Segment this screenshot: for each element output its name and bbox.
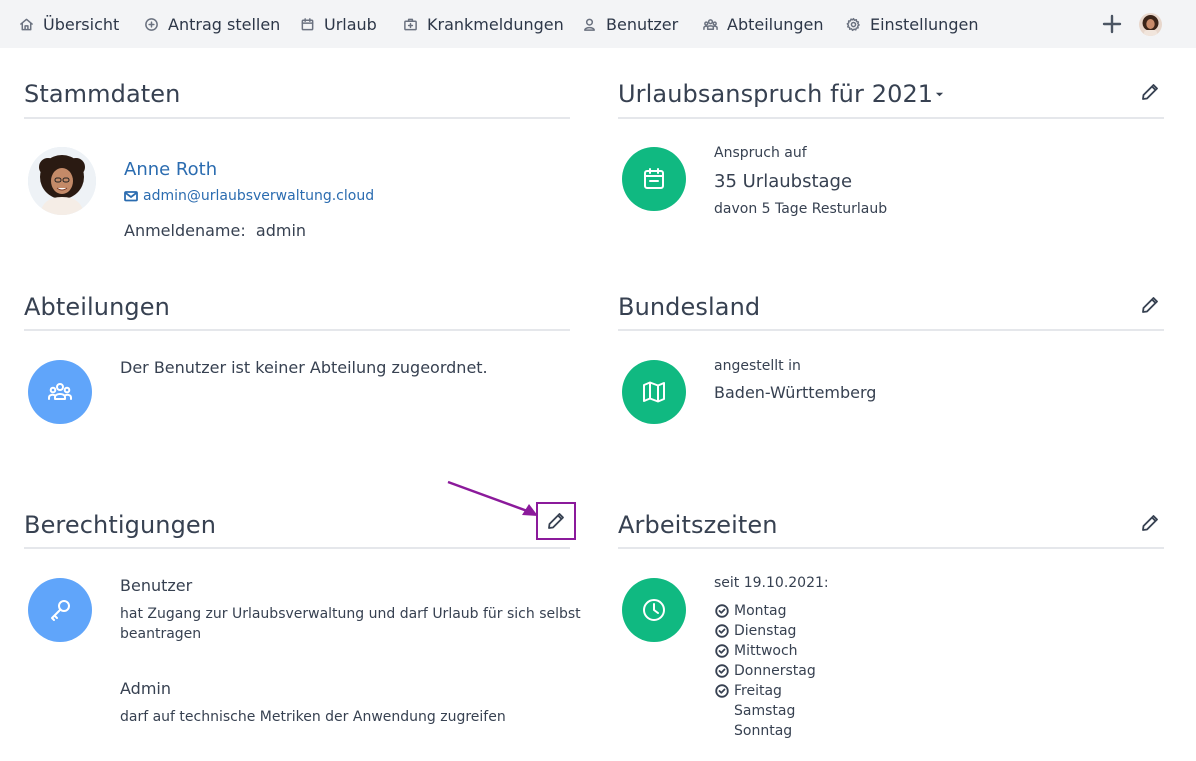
divider <box>24 547 570 549</box>
role-description: darf auf technische Metriken der Anwendu… <box>120 709 506 725</box>
divider <box>24 329 570 331</box>
workday-item: Montag <box>715 603 786 619</box>
edit-urlaubsanspruch-button[interactable] <box>1140 82 1160 102</box>
role-description: beantragen <box>120 626 202 642</box>
nav-item-einstellungen[interactable]: Einstellungen <box>846 0 978 48</box>
map-badge <box>622 360 686 424</box>
user-email-link[interactable]: admin@urlaubsverwaltung.cloud <box>124 188 374 204</box>
urlaubsanspruch-title-text: Urlaubsanspruch für <box>618 80 864 108</box>
check-circle-icon <box>715 664 729 678</box>
check-circle-icon <box>715 624 729 638</box>
pencil-icon <box>1142 84 1158 100</box>
nav-item-label: Antrag stellen <box>168 14 281 34</box>
calendar-icon <box>644 168 664 189</box>
calendar-icon <box>301 17 314 30</box>
plus-icon <box>1102 14 1122 34</box>
workday-item: Freitag <box>715 683 782 699</box>
user-name-link[interactable]: Anne Roth <box>124 159 217 180</box>
role-name: Benutzer <box>120 576 193 595</box>
email-text: admin@urlaubsverwaltung.cloud <box>143 188 375 204</box>
section-title-abteilungen: Abteilungen <box>24 293 170 321</box>
check-circle-icon <box>715 684 729 698</box>
nav-item-abteilungen[interactable]: Abteilungen <box>703 0 824 48</box>
day-label: Donnerstag <box>734 663 816 679</box>
day-label: Freitag <box>734 683 782 699</box>
plus-circle-icon <box>145 17 158 31</box>
year-value: 2021 <box>871 80 934 108</box>
day-label: Samstag <box>734 703 796 719</box>
nav-item-label: Übersicht <box>43 14 120 34</box>
section-title-urlaubsanspruch: Urlaubsanspruch für 2021 <box>618 80 944 108</box>
annotation-arrow <box>447 480 538 516</box>
nav-item-label: Benutzer <box>606 14 679 34</box>
login-value: admin <box>255 221 307 240</box>
role-description: hat Zugang zur Urlaubsverwaltung und dar… <box>120 606 581 622</box>
day-label: Sonntag <box>734 723 793 739</box>
resturlaub-text: davon 5 Tage Resturlaub <box>714 201 888 217</box>
workday-item: Dienstag <box>715 623 796 639</box>
clock-icon <box>643 599 665 621</box>
avatar <box>28 147 96 215</box>
pencil-icon <box>1142 515 1158 531</box>
divider <box>618 117 1164 119</box>
user-icon <box>584 18 595 31</box>
section-title-stammdaten: Stammdaten <box>24 80 181 108</box>
login-label: Anmeldename: <box>124 221 246 240</box>
workday-item: Mittwoch <box>715 643 798 659</box>
bundesland-label: angestellt in <box>714 358 801 374</box>
divider <box>618 329 1164 331</box>
day-label: Montag <box>734 603 787 619</box>
anspruch-label: Anspruch auf <box>714 145 807 161</box>
caret-down-icon <box>936 92 944 96</box>
group-icon <box>703 18 718 30</box>
section-title-berechtigungen: Berechtigungen <box>24 511 217 539</box>
anspruch-value: 35 Urlaubstage <box>714 171 853 192</box>
day-label: Dienstag <box>734 623 797 639</box>
edit-arbeitszeiten-button[interactable] <box>1140 513 1160 533</box>
check-circle-icon <box>715 604 729 618</box>
calendar-badge <box>622 147 686 211</box>
section-title-arbeitszeiten: Arbeitszeiten <box>618 511 778 539</box>
department-badge <box>28 360 92 424</box>
day-label: Mittwoch <box>734 643 798 659</box>
no-department-text: Der Benutzer ist keiner Abteilung zugeor… <box>120 358 488 377</box>
offday-item: Samstag <box>715 703 795 719</box>
envelope-icon <box>124 191 138 202</box>
gear-icon <box>846 17 860 31</box>
medkit-icon <box>404 18 417 30</box>
edit-bundesland-button[interactable] <box>1140 295 1160 315</box>
nav-item-benutzer[interactable]: Benutzer <box>582 0 678 48</box>
nav-item-label: Abteilungen <box>727 14 824 34</box>
check-circle-icon <box>715 644 729 658</box>
offday-item: Sonntag <box>715 723 792 739</box>
home-icon <box>20 18 33 30</box>
nav-item-label: Einstellungen <box>870 14 979 34</box>
user-photo <box>28 147 96 215</box>
add-button[interactable] <box>1100 12 1124 36</box>
login-name-row: Anmeldename: admin <box>124 221 306 240</box>
divider <box>24 117 570 119</box>
nav-item-urlaub[interactable]: Urlaub <box>300 0 377 48</box>
bundesland-value: Baden-Württemberg <box>714 383 877 402</box>
nav-item-label: Urlaub <box>324 14 377 34</box>
permission-badge <box>28 578 92 642</box>
map-icon <box>643 381 665 403</box>
role-name: Admin <box>120 679 171 698</box>
top-navigation: Übersicht Antrag stellen Urlaub Krankmel… <box>0 0 1196 48</box>
clock-badge <box>622 578 686 642</box>
workday-item: Donnerstag <box>715 663 816 679</box>
key-icon <box>51 600 70 621</box>
year-dropdown[interactable]: 2021 <box>872 80 944 108</box>
divider <box>618 547 1164 549</box>
group-icon <box>48 383 72 400</box>
nav-item-antrag-stellen[interactable]: Antrag stellen <box>144 0 280 48</box>
section-title-bundesland: Bundesland <box>618 293 761 321</box>
user-menu-avatar[interactable] <box>1139 13 1162 36</box>
nav-item-krankmeldungen[interactable]: Krankmeldungen <box>403 0 564 48</box>
nav-item-label: Krankmeldungen <box>427 14 564 34</box>
pencil-icon <box>1142 297 1158 313</box>
avatar-image <box>1139 13 1162 36</box>
nav-item-uebersicht[interactable]: Übersicht <box>19 0 119 48</box>
working-time-since: seit 19.10.2021: <box>714 575 829 591</box>
